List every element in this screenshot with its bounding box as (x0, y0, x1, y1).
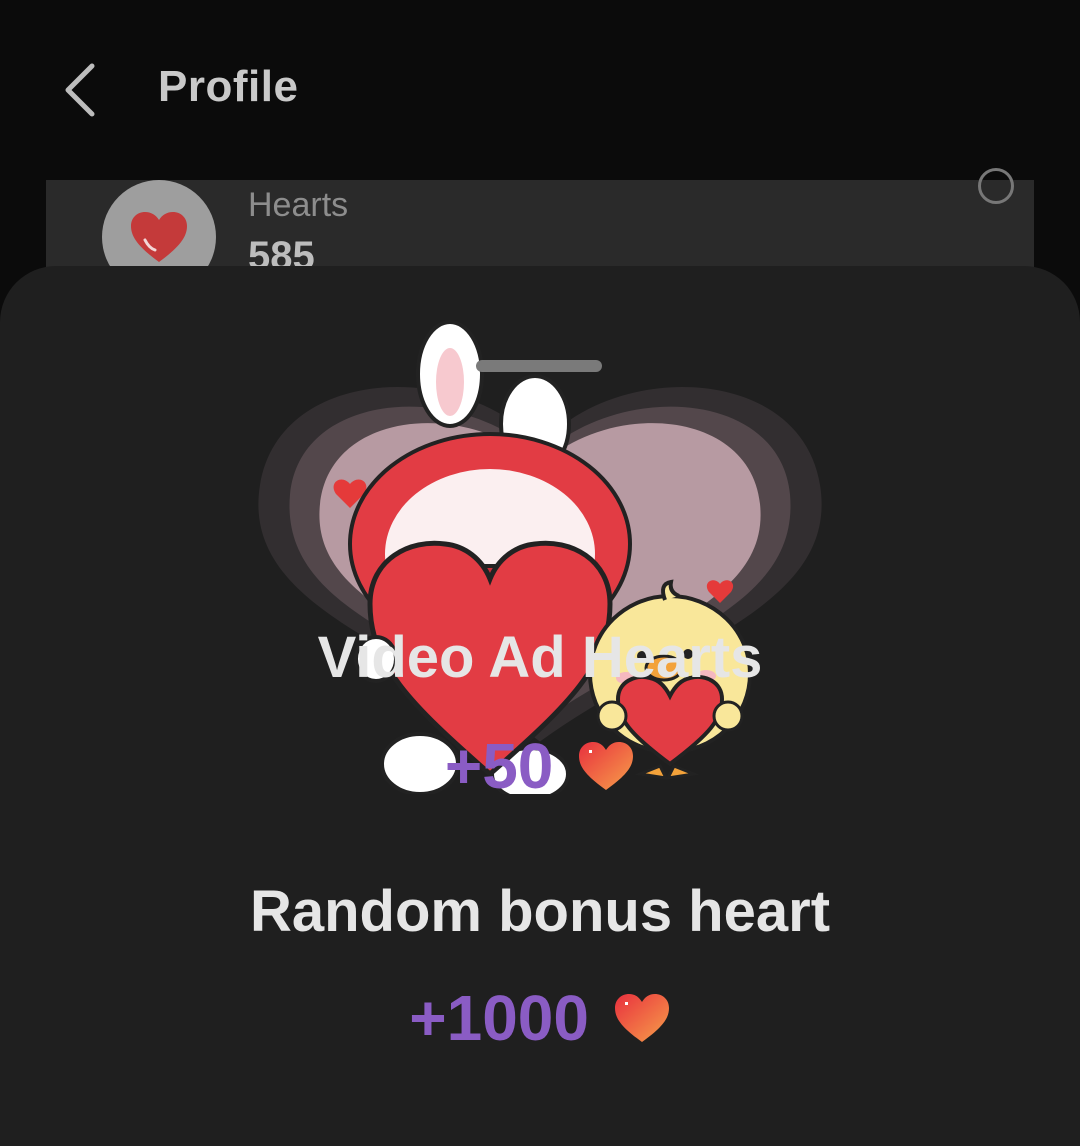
reward-amount-row-video-ad: +50 (0, 724, 1080, 803)
reward-sheet: Video Ad Hearts +50 Random bonus heart +… (0, 266, 1080, 1146)
reward-amount-random-bonus: +1000 (409, 982, 589, 1055)
reward-title-random-bonus: Random bonus heart (249, 879, 831, 944)
reward-title-video-ad: Video Ad Hearts (317, 625, 763, 690)
back-button[interactable] (54, 58, 114, 122)
back-chevron-icon (65, 63, 95, 117)
heart-icon (614, 994, 669, 1043)
heart-icon (579, 742, 634, 791)
sheet-drag-handle[interactable] (476, 360, 602, 372)
reward-amount-row-random-bonus: +1000 (0, 976, 1080, 1055)
page-title: Profile (158, 62, 299, 111)
hearts-label: Hearts (248, 186, 349, 224)
info-icon[interactable] (978, 168, 1014, 204)
heart-icon (131, 212, 187, 262)
reward-amount-video-ad: +50 (444, 730, 554, 803)
profile-header: Profile (0, 0, 1080, 180)
